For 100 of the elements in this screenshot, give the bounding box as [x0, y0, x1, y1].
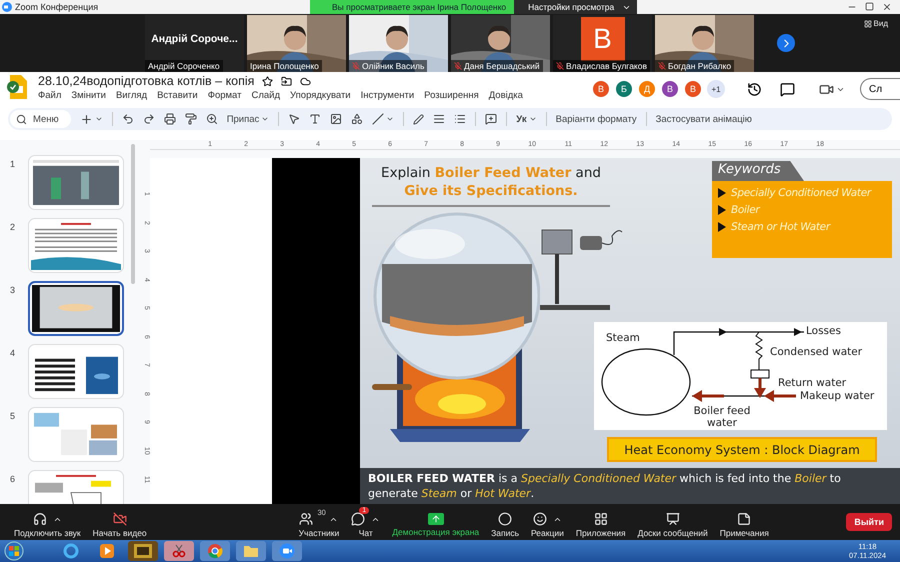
line-button[interactable] [372, 113, 394, 125]
participant-label: Ірина Полощенко [247, 60, 322, 72]
meeting-control[interactable]: Подключить звук [8, 506, 87, 538]
share-button[interactable]: Сл [860, 78, 900, 100]
collaborator-avatar[interactable]: В [661, 80, 679, 98]
add-comment-icon [485, 113, 498, 125]
menu-item[interactable]: Змінити [71, 90, 106, 101]
text-box-button[interactable] [309, 113, 322, 125]
menu-item[interactable]: Вигляд [116, 90, 148, 101]
zoom-in-icon [206, 113, 218, 125]
meeting-control[interactable]: Начать видео [86, 506, 153, 538]
grid-icon [864, 20, 872, 28]
participant-label: Олійник Василь [349, 60, 428, 72]
meeting-control[interactable]: Демонстрация экрана [386, 507, 486, 537]
menu-item[interactable]: Слайд [251, 90, 280, 101]
zoom-app-icon[interactable] [272, 541, 302, 561]
keyword: Steam or Hot Water [731, 221, 830, 233]
fit-dropdown[interactable]: Припас [226, 114, 270, 124]
pen-button[interactable] [413, 114, 424, 124]
menu-item[interactable]: Довідка [488, 90, 523, 101]
participant-label: Даня Бершадський [451, 60, 543, 72]
more-collaborators[interactable]: +1 [707, 80, 725, 98]
meeting-control[interactable]: Запись [485, 506, 526, 538]
triangle-bullet-icon [718, 188, 726, 198]
participant-tile[interactable]: B Владислав Булгаков [553, 14, 652, 72]
participant-tile[interactable]: Ірина Полощенко [247, 14, 346, 72]
shape-button[interactable] [351, 113, 364, 125]
comment-button[interactable] [485, 113, 498, 125]
participant-tile[interactable]: Богдан Рибалко [655, 14, 754, 72]
caret-icon [261, 115, 270, 123]
menu-item[interactable]: Інструменти [360, 90, 414, 101]
meeting-control[interactable]: Приложения [570, 506, 632, 538]
slide-heading: Explain Boiler Feed Water and Give its Specifications. [372, 164, 610, 207]
menu-item[interactable]: Файл [38, 90, 62, 101]
input-tools-button[interactable]: Ук [516, 114, 537, 124]
diagram-caption: Heat Economy System : Block Diagram [607, 437, 877, 462]
new-slide-button[interactable] [80, 112, 103, 126]
pen-icon [413, 114, 424, 124]
meeting-control[interactable]: Доски сообщений [632, 506, 714, 538]
menu-item[interactable]: Упорядкувати [290, 90, 351, 101]
shapes-icon [351, 113, 364, 125]
triangle-bullet-icon [718, 205, 726, 215]
chrome-icon[interactable] [200, 541, 230, 561]
people-icon [299, 512, 314, 526]
printer-icon [164, 113, 176, 125]
menu-item[interactable]: Вставити [157, 90, 198, 101]
paint-roller-icon [184, 113, 197, 125]
cursor-icon [288, 113, 300, 125]
slide-number: 3 [10, 284, 16, 295]
record-icon [498, 512, 512, 526]
animate-button[interactable]: Застосувати анімацію [656, 114, 752, 124]
game-icon[interactable] [128, 541, 158, 561]
line-weight-button[interactable] [433, 113, 446, 125]
meeting-control[interactable]: Примечания [714, 506, 775, 538]
smiley-icon [532, 512, 547, 526]
line-icon [372, 113, 384, 125]
next-page-button[interactable] [777, 34, 795, 52]
headphones-icon [32, 512, 47, 526]
menu-item[interactable]: Розширення [424, 90, 479, 101]
folder-icon[interactable] [236, 541, 266, 561]
keywords-title: Keywords [712, 161, 804, 181]
collaborator-avatar[interactable]: В [684, 80, 702, 98]
redo-button[interactable] [142, 113, 155, 125]
view-button[interactable]: Вид [858, 18, 894, 29]
menu-item[interactable]: Формат [208, 90, 242, 101]
participant-tile[interactable]: Даня Бершадський [451, 14, 550, 72]
caret-icon [528, 115, 537, 123]
image-button[interactable] [330, 113, 342, 125]
select-button[interactable] [288, 113, 300, 125]
undo-button[interactable] [122, 113, 134, 125]
collaborator-avatar[interactable]: В [592, 80, 610, 98]
participant-tile[interactable]: Андрій Сороче... Андрій Сороченко [145, 14, 244, 72]
slide-number: 1 [10, 158, 16, 169]
search-field[interactable]: Меню [10, 110, 71, 128]
format-options-button[interactable]: Варіанти формату [556, 114, 637, 124]
zoom-button[interactable] [206, 113, 218, 125]
document-title[interactable]: 28.10,24водопідготовка котлів – копія [38, 74, 254, 88]
meeting-control[interactable]: Реакции [525, 506, 570, 538]
chat-icon [351, 512, 366, 526]
avatar: B [580, 17, 624, 61]
paint-format-button[interactable] [184, 113, 197, 125]
leave-button[interactable]: Выйти [846, 513, 892, 531]
camera-off-icon [112, 512, 127, 526]
scissors-icon[interactable] [164, 541, 194, 561]
note-icon [737, 512, 752, 526]
view-settings-button[interactable]: Настройки просмотра [514, 0, 638, 14]
diagram-label: Condensed water [770, 346, 862, 358]
participant-tile[interactable]: Олійник Василь [349, 14, 448, 72]
redo-icon [142, 113, 155, 125]
text-icon [309, 113, 322, 125]
star-icon [262, 76, 274, 86]
participant-label: Богдан Рибалко [655, 60, 734, 72]
plus-icon [80, 112, 93, 126]
collaborator-avatar[interactable]: Б [615, 80, 633, 98]
maximize-icon [865, 2, 874, 11]
definition-text: BOILER FEED WATER is a Specially Conditioned Water which is fed into the Boiler to generate Steam or Hot Water. [368, 471, 842, 501]
close-icon [882, 2, 892, 12]
start-button-icon[interactable] [4, 541, 24, 561]
print-button[interactable] [164, 113, 176, 125]
scrollbar[interactable] [131, 144, 135, 284]
